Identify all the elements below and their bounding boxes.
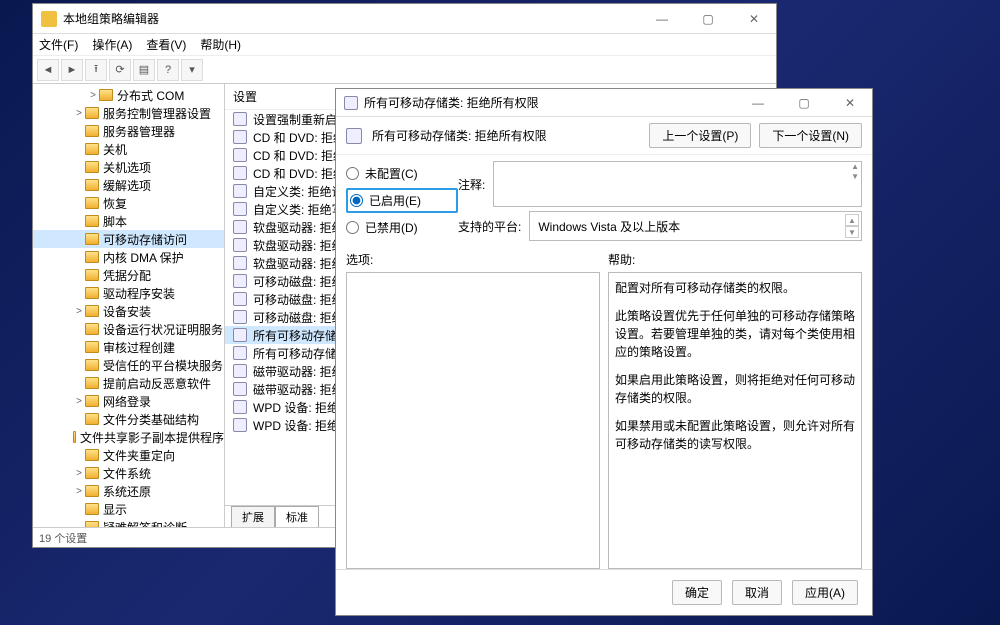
tab-standard[interactable]: 标准 [275,506,319,527]
window-title: 本地组策略编辑器 [63,10,159,27]
radio-not-configured[interactable]: 未配置(C) [346,165,458,182]
dialog-close-button[interactable]: ✕ [836,96,864,110]
platform-label: 支持的平台: [458,218,521,235]
dialog-minimize-button[interactable]: — [744,96,772,110]
ok-button[interactable]: 确定 [672,580,722,605]
tool-refresh-icon[interactable]: ⟳ [109,59,131,81]
tree-item[interactable]: 设备运行状况证明服务 [33,320,224,338]
tree-item[interactable]: 恢复 [33,194,224,212]
tree-item[interactable]: >分布式 COM [33,86,224,104]
state-radio-group: 未配置(C) 已启用(E) 已禁用(D) [346,161,458,236]
policy-dialog: 所有可移动存储类: 拒绝所有权限 — ▢ ✕ 所有可移动存储类: 拒绝所有权限 … [335,88,873,616]
help-pane: 配置对所有可移动存储类的权限。此策略设置优先于任何单独的可移动存储策略设置。若要… [608,272,862,569]
tool-forward-icon[interactable]: ► [61,59,83,81]
cancel-button[interactable]: 取消 [732,580,782,605]
comment-textbox[interactable]: ▲▼ [493,161,862,207]
tool-help-icon[interactable]: ? [157,59,179,81]
menu-view[interactable]: 查看(V) [146,36,186,53]
tree-item[interactable]: 驱动程序安装 [33,284,224,302]
tree-item[interactable]: >网络登录 [33,392,224,410]
tree-item[interactable]: 可移动存储访问 [33,230,224,248]
tree-item[interactable]: 受信任的平台模块服务 [33,356,224,374]
app-icon [41,11,57,27]
platform-spinner[interactable]: ▲▼ [845,214,859,238]
close-button[interactable]: ✕ [740,12,768,26]
tool-filter-icon[interactable]: ▾ [181,59,203,81]
toolbar: ◄ ► ⭱ ⟳ ▤ ? ▾ [33,56,776,84]
tree-item[interactable]: 提前启动反恶意软件 [33,374,224,392]
help-label: 帮助: [608,251,862,268]
tree-item[interactable]: 疑难解答和诊断 [33,518,224,527]
prev-setting-button[interactable]: 上一个设置(P) [649,123,751,148]
menu-help[interactable]: 帮助(H) [200,36,241,53]
dialog-footer: 确定 取消 应用(A) [336,569,872,615]
tree-item[interactable]: 缓解选项 [33,176,224,194]
comment-label: 注释: [458,176,485,193]
minimize-button[interactable]: — [648,12,676,26]
policy-heading: 所有可移动存储类: 拒绝所有权限 [372,127,547,144]
next-setting-button[interactable]: 下一个设置(N) [759,123,862,148]
radio-disabled[interactable]: 已禁用(D) [346,219,458,236]
platform-value: Windows Vista 及以上版本 [538,218,680,235]
tree-item[interactable]: >系统还原 [33,482,224,500]
tree-item[interactable]: 关机 [33,140,224,158]
dialog-maximize-button[interactable]: ▢ [790,96,818,110]
menubar: 文件(F) 操作(A) 查看(V) 帮助(H) [33,34,776,56]
menu-action[interactable]: 操作(A) [92,36,132,53]
tool-up-icon[interactable]: ⭱ [85,59,107,81]
maximize-button[interactable]: ▢ [694,12,722,26]
tree-item[interactable]: 文件分类基础结构 [33,410,224,428]
tree-item[interactable]: 脚本 [33,212,224,230]
dialog-title: 所有可移动存储类: 拒绝所有权限 [364,94,539,111]
dialog-icon [344,96,358,110]
tree-item[interactable]: 凭据分配 [33,266,224,284]
radio-enabled[interactable]: 已启用(E) [346,188,458,213]
policy-icon [346,128,362,144]
tree-item[interactable]: >文件系统 [33,464,224,482]
platform-box: Windows Vista 及以上版本 ▲▼ [529,211,862,241]
tool-export-icon[interactable]: ▤ [133,59,155,81]
dialog-header: 所有可移动存储类: 拒绝所有权限 上一个设置(P) 下一个设置(N) [336,117,872,155]
tree-item[interactable]: 审核过程创建 [33,338,224,356]
options-label: 选项: [346,251,600,268]
options-pane [346,272,600,569]
tree-item[interactable]: 内核 DMA 保护 [33,248,224,266]
tree-item[interactable]: 关机选项 [33,158,224,176]
nav-tree[interactable]: >分布式 COM>服务控制管理器设置服务器管理器关机关机选项缓解选项恢复脚本可移… [33,84,225,527]
tree-item[interactable]: 文件夹重定向 [33,446,224,464]
menu-file[interactable]: 文件(F) [39,36,78,53]
apply-button[interactable]: 应用(A) [792,580,858,605]
tree-item[interactable]: 文件共享影子副本提供程序 [33,428,224,446]
tab-extended[interactable]: 扩展 [231,506,275,527]
tree-item[interactable]: >设备安装 [33,302,224,320]
tree-item[interactable]: 显示 [33,500,224,518]
main-titlebar: 本地组策略编辑器 — ▢ ✕ [33,4,776,34]
tree-item[interactable]: >服务控制管理器设置 [33,104,224,122]
tree-item[interactable]: 服务器管理器 [33,122,224,140]
dialog-titlebar: 所有可移动存储类: 拒绝所有权限 — ▢ ✕ [336,89,872,117]
tool-back-icon[interactable]: ◄ [37,59,59,81]
